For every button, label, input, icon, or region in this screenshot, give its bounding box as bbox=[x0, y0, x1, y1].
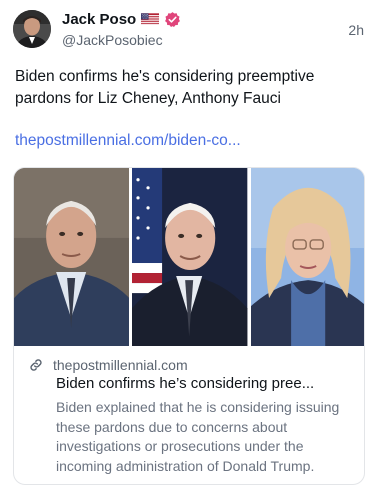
card-title[interactable]: Biden confirms he’s considering pree... bbox=[56, 375, 356, 392]
post-text: Biden confirms he's considering preempti… bbox=[15, 68, 315, 107]
us-flag-icon bbox=[141, 13, 160, 25]
post: Jack Poso @JackPosobiec 2h Biden confirm… bbox=[0, 0, 380, 500]
card-domain: thepostmillennial.com bbox=[53, 357, 188, 373]
card-photo-left bbox=[14, 168, 130, 346]
card-image-collage bbox=[14, 168, 364, 346]
card-description: Biden explained that he is considering i… bbox=[56, 399, 340, 474]
post-timestamp[interactable]: 2h bbox=[348, 22, 364, 38]
author-handle[interactable]: @JackPosobiec bbox=[62, 32, 163, 48]
card-photo-center bbox=[132, 168, 248, 346]
card-domain-row: thepostmillennial.com bbox=[28, 357, 188, 373]
verified-badge-icon bbox=[165, 11, 181, 27]
author-name-row: Jack Poso bbox=[62, 9, 181, 29]
card-photo-right bbox=[250, 168, 364, 346]
avatar[interactable] bbox=[13, 10, 51, 48]
post-link[interactable]: thepostmillennial.com/biden-co... bbox=[15, 132, 241, 150]
link-preview-card[interactable]: thepostmillennial.com Biden confirms he’… bbox=[13, 167, 365, 485]
link-icon bbox=[30, 359, 42, 371]
display-name[interactable]: Jack Poso bbox=[62, 11, 136, 28]
